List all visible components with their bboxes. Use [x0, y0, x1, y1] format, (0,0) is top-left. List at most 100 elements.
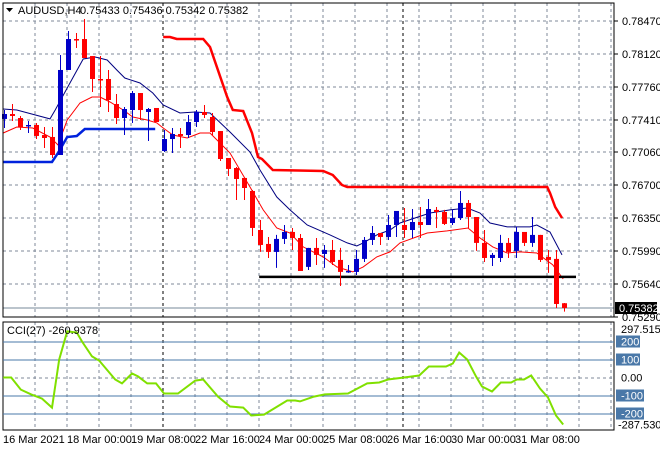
bullish-candle-body: [498, 242, 503, 258]
chart-canvas[interactable]: 0.78470 0.78120 0.77760 0.77410 0.77060 0.767…: [0, 0, 660, 450]
candle: [306, 247, 311, 270]
bullish-candle-body: [514, 231, 519, 251]
time-axis-label: 22 Mar 16:00: [195, 434, 260, 446]
price-axis-label: 0.76350: [622, 213, 660, 225]
candle: [210, 113, 215, 136]
bullish-candle-body: [146, 109, 151, 112]
bearish-candle-body: [442, 211, 447, 224]
candle: [202, 105, 207, 119]
candle: [258, 219, 263, 252]
candle: [314, 237, 319, 265]
bullish-candle-body: [322, 249, 327, 254]
price-axis-label: 0.77760: [622, 82, 660, 94]
bearish-candle-body: [338, 259, 343, 272]
candle: [10, 103, 15, 121]
bearish-candle-body: [506, 242, 511, 252]
candle: [490, 252, 495, 266]
candle: [162, 130, 167, 153]
bullish-candle-body: [282, 231, 287, 239]
time-axis-label: 24 Mar 00:00: [259, 434, 324, 446]
bullish-candle-body: [354, 258, 359, 272]
time-axis-label: 31 Mar 08:00: [515, 434, 580, 446]
cci-title: CCI(27) -260.9378: [7, 325, 98, 337]
bullish-candle-body: [122, 109, 127, 119]
bullish-candle-body: [66, 39, 71, 70]
candle: [362, 236, 367, 262]
bearish-candle-body: [298, 237, 303, 271]
candle: [338, 247, 343, 286]
bullish-candle-body: [274, 238, 279, 252]
bearish-candle-body: [562, 303, 567, 308]
bearish-candle-body: [466, 202, 471, 217]
candle: [178, 127, 183, 149]
bearish-candle-body: [546, 256, 551, 260]
bullish-candle-body: [186, 122, 191, 136]
candle: [378, 232, 383, 245]
candle: [186, 114, 191, 138]
candle: [530, 216, 535, 247]
cci-axis-label: 200: [621, 337, 639, 349]
bearish-candle-body: [378, 232, 383, 237]
bearish-candle-body: [10, 114, 15, 116]
dropdown-triangle-icon[interactable]: [6, 8, 13, 12]
candle: [522, 231, 527, 246]
candle: [562, 302, 567, 312]
candle: [18, 115, 23, 131]
candle: [474, 216, 479, 251]
bullish-candle-body: [386, 224, 391, 237]
bearish-candle-body: [402, 224, 407, 230]
bullish-candle-body: [58, 69, 63, 156]
candle: [122, 106, 127, 136]
bearish-candle-body: [290, 231, 295, 238]
candle: [146, 107, 151, 141]
trading-chart-window: 0.78470 0.78120 0.77760 0.77410 0.77060 0.767…: [0, 0, 660, 450]
bearish-candle-body: [42, 135, 47, 138]
bearish-candle-body: [154, 107, 159, 123]
candle: [370, 226, 375, 245]
cci-axis-label: 100: [621, 355, 639, 367]
candle: [50, 127, 55, 158]
bullish-candle-body: [410, 222, 415, 230]
candle: [106, 69, 111, 112]
bearish-candle-body: [434, 209, 439, 212]
candle: [26, 120, 31, 133]
bullish-candle-body: [530, 234, 535, 243]
bearish-candle-body: [418, 222, 423, 225]
bearish-candle-body: [330, 249, 335, 262]
price-axis-label: 0.75990: [622, 246, 660, 258]
candle: [266, 236, 271, 258]
cci-axis-label: -100: [621, 391, 643, 403]
candle: [410, 208, 415, 238]
support-line: [3, 127, 156, 164]
candle: [74, 32, 79, 49]
price-axis-label: 0.75640: [622, 279, 660, 291]
bearish-candle-body: [98, 78, 103, 81]
symbol-label: AUDUSD,H4: [18, 5, 82, 17]
bullish-candle-body: [490, 254, 495, 258]
candle: [554, 249, 559, 308]
candle: [114, 93, 119, 124]
candle: [434, 206, 439, 228]
candle: [506, 237, 511, 258]
candle: [242, 177, 247, 200]
candle: [442, 209, 447, 225]
bullish-candle-body: [306, 247, 311, 267]
bullish-candle-body: [130, 93, 135, 111]
bearish-candle-body: [138, 93, 143, 111]
price-axis-label: 0.78120: [622, 49, 660, 61]
candle: [458, 190, 463, 220]
bearish-candle-body: [258, 229, 263, 245]
bearish-candle-body: [538, 234, 543, 260]
candle: [386, 214, 391, 240]
bearish-candle-body: [178, 134, 183, 136]
candle: [482, 229, 487, 262]
candle: [250, 190, 255, 236]
price-axis-label: 0.77060: [622, 147, 660, 159]
time-axis-label: 18 Mar 00:00: [67, 434, 132, 446]
bullish-candle-body: [194, 111, 199, 123]
bearish-candle-body: [522, 231, 527, 243]
time-axis-label: 25 Mar 08:00: [323, 434, 388, 446]
bullish-candle-body: [458, 202, 463, 219]
bullish-candle-body: [362, 239, 367, 259]
candle: [218, 131, 223, 162]
